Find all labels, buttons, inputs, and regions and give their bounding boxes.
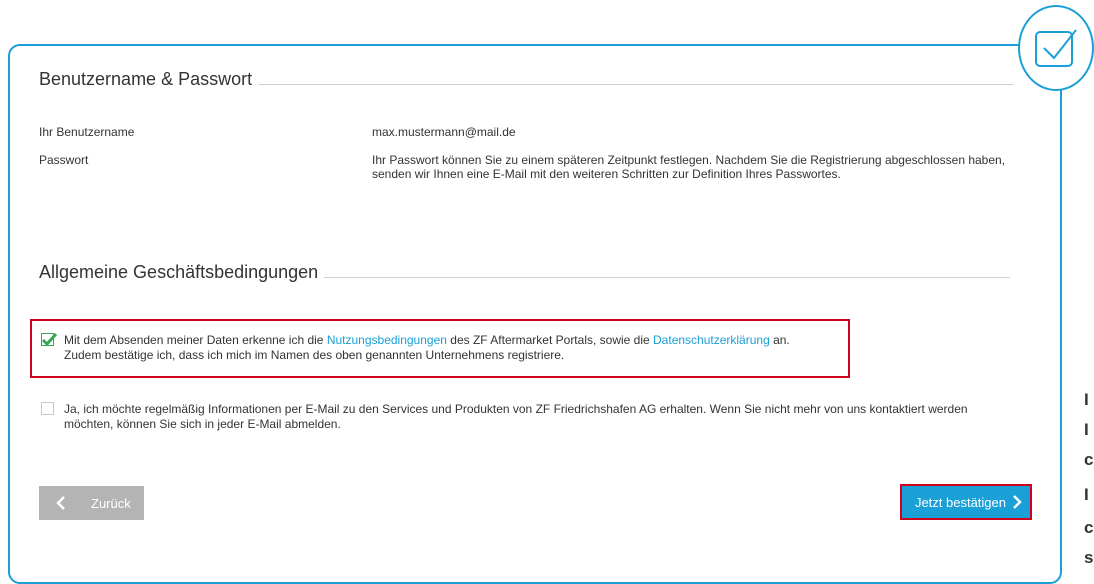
terms-text-part: Zudem bestätige ich, dass ich mich im Na… bbox=[64, 348, 565, 362]
terms-consent-text: Mit dem Absenden meiner Daten erkenne ic… bbox=[64, 333, 844, 363]
terms-text-part: des ZF Aftermarket Portals, sowie die bbox=[446, 333, 654, 347]
checkmark-icon bbox=[41, 332, 57, 346]
chevron-right-icon bbox=[1012, 495, 1022, 509]
side-text-fragment: s bbox=[1084, 548, 1094, 567]
section-title-terms: Allgemeine Geschäftsbedingungen bbox=[39, 262, 1011, 283]
terms-text-part: an. bbox=[769, 333, 790, 347]
password-label: Passwort bbox=[39, 153, 89, 167]
password-info-text: Ihr Passwort können Sie zu einem spätere… bbox=[372, 153, 1006, 181]
terms-text-part: Mit dem Absenden meiner Daten erkenne ic… bbox=[64, 333, 327, 347]
section-divider bbox=[258, 84, 1015, 85]
side-text-fragment: I bbox=[1084, 485, 1089, 504]
back-button[interactable]: Zurück bbox=[39, 486, 144, 520]
checkbox-check-icon bbox=[1035, 29, 1077, 67]
side-text-fragment: c bbox=[1084, 450, 1094, 469]
newsletter-checkbox[interactable] bbox=[41, 402, 54, 415]
step-complete-badge bbox=[1018, 5, 1094, 91]
back-button-label: Zurück bbox=[91, 495, 131, 511]
section-title-credentials: Benutzername & Passwort bbox=[39, 69, 1015, 90]
section-title-terms-text: Allgemeine Geschäftsbedingungen bbox=[39, 262, 319, 282]
side-text-fragment: I bbox=[1084, 420, 1089, 439]
side-text-fragment: c bbox=[1084, 518, 1094, 537]
username-label: Ihr Benutzername bbox=[39, 125, 135, 139]
privacy-policy-link[interactable]: Datenschutzerklärung bbox=[653, 333, 770, 347]
terms-of-use-link[interactable]: Nutzungsbedingungen bbox=[327, 333, 447, 347]
confirm-button[interactable]: Jetzt bestätigen bbox=[900, 484, 1032, 520]
section-title-credentials-text: Benutzername & Passwort bbox=[39, 69, 253, 89]
confirm-button-label: Jetzt bestätigen bbox=[914, 494, 1006, 510]
chevron-left-icon bbox=[49, 496, 73, 510]
terms-checkbox[interactable] bbox=[41, 332, 57, 346]
side-text-fragment: I bbox=[1084, 390, 1089, 409]
newsletter-consent-text: Ja, ich möchte regelmäßig Informationen … bbox=[64, 402, 968, 431]
section-divider bbox=[324, 277, 1011, 278]
username-value: max.mustermann@mail.de bbox=[372, 125, 516, 139]
